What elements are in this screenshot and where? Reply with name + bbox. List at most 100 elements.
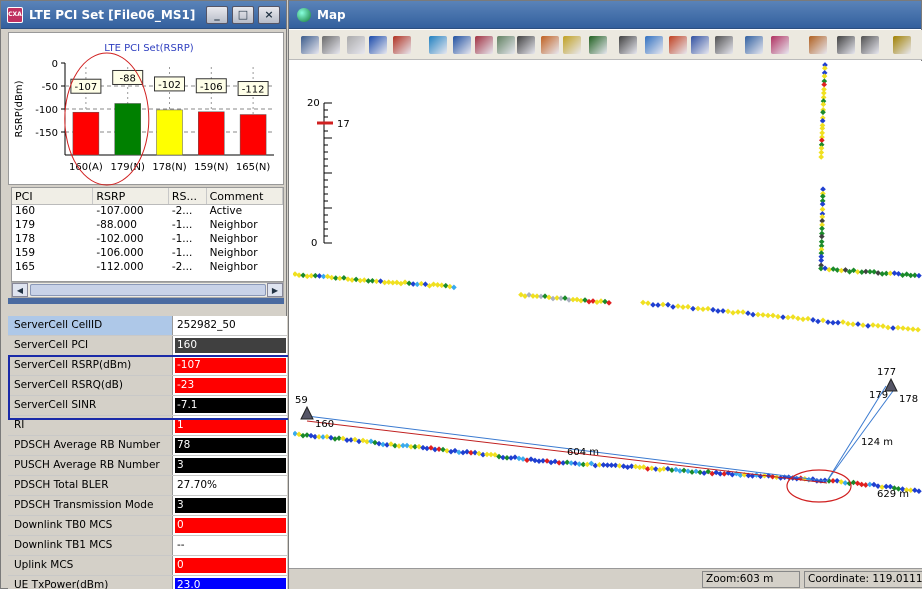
toolbar-tool-icon[interactable] bbox=[301, 36, 319, 54]
map-highlight-ellipse bbox=[786, 469, 852, 503]
route-sample bbox=[353, 276, 359, 283]
chart-category-label: 159(N) bbox=[194, 162, 228, 173]
param-row[interactable]: Uplink MCS 0 bbox=[8, 556, 287, 576]
scroll-thumb[interactable] bbox=[30, 284, 266, 296]
param-label: PDSCH Average RB Number bbox=[8, 436, 173, 455]
close-button[interactable]: × bbox=[258, 5, 280, 24]
param-value: 1 bbox=[175, 418, 286, 433]
map-svg[interactable]: 20 0 17 59 160 177 179 178 604 m 124 m 629 m bbox=[292, 61, 922, 568]
route-sample bbox=[697, 469, 703, 476]
table-cell: 179 bbox=[15, 219, 36, 231]
toolbar-tool-icon[interactable] bbox=[453, 36, 471, 54]
chart-bar[interactable] bbox=[239, 114, 267, 156]
route-sample bbox=[822, 65, 828, 72]
param-row[interactable]: Downlink TB1 MCS -- bbox=[8, 536, 287, 556]
route-sample bbox=[328, 434, 334, 441]
col-header-rsrp[interactable]: RSRP bbox=[93, 188, 169, 204]
route-sample bbox=[755, 311, 761, 318]
param-row[interactable]: PDSCH Total BLER 27.70% bbox=[8, 476, 287, 496]
table-cell: 159 bbox=[15, 247, 36, 259]
highlight-box bbox=[8, 355, 294, 420]
left-window-title: LTE PCI Set [File06_MS1] bbox=[29, 7, 196, 22]
table-row[interactable]: 159 -106.000 -1... Neighbor bbox=[12, 247, 283, 261]
toolbar-tool-icon[interactable] bbox=[745, 36, 763, 54]
toolbar-tool-icon[interactable] bbox=[645, 36, 663, 54]
toolbar-tool-icon[interactable] bbox=[517, 36, 535, 54]
toolbar-tool-icon[interactable] bbox=[771, 36, 789, 54]
left-window-titlebar[interactable]: CXA LTE PCI Set [File06_MS1] _ □ × bbox=[1, 1, 286, 29]
toolbar-tool-icon[interactable] bbox=[563, 36, 581, 54]
route-sample bbox=[830, 266, 837, 272]
route-sample bbox=[416, 443, 422, 450]
param-label: Downlink TB1 MCS bbox=[8, 536, 173, 555]
route-sample bbox=[710, 306, 716, 313]
scroll-right-button[interactable]: ▶ bbox=[267, 283, 283, 297]
col-header-rs[interactable]: RS... bbox=[169, 188, 207, 204]
route-sample bbox=[780, 314, 786, 321]
site-icon[interactable] bbox=[300, 405, 314, 420]
table-cell: -1... bbox=[171, 247, 193, 259]
toolbar-tool-icon[interactable] bbox=[861, 36, 879, 54]
toolbar-tool-icon[interactable] bbox=[347, 36, 365, 54]
toolbar-tool-icon[interactable] bbox=[393, 36, 411, 54]
toolbar-tool-icon[interactable] bbox=[589, 36, 607, 54]
chart-bar[interactable] bbox=[156, 109, 183, 156]
scroll-left-button[interactable]: ◀ bbox=[12, 283, 28, 297]
scale-label-bottom: 0 bbox=[311, 238, 317, 249]
toolbar-tool-icon[interactable] bbox=[837, 36, 855, 54]
table-cell: -102.000 bbox=[96, 233, 144, 245]
col-header-pci[interactable]: PCI bbox=[12, 188, 94, 204]
toolbar-tool-icon[interactable] bbox=[497, 36, 515, 54]
toolbar-tool-icon[interactable] bbox=[669, 36, 687, 54]
table-row[interactable]: 160 -107.000 -2... Active bbox=[12, 205, 283, 219]
route-sample bbox=[880, 323, 886, 329]
toolbar-tool-icon[interactable] bbox=[541, 36, 559, 54]
route-sample bbox=[384, 442, 390, 448]
col-header-comment[interactable]: Comment bbox=[207, 188, 283, 204]
toolbar-tool-icon[interactable] bbox=[691, 36, 709, 54]
route-sample bbox=[885, 324, 891, 331]
param-row[interactable]: ServerCell CellID 252982_50 bbox=[8, 316, 287, 336]
table-row[interactable]: 179 -88.000 -1... Neighbor bbox=[12, 219, 283, 233]
maximize-button[interactable]: □ bbox=[232, 5, 254, 24]
table-row[interactable]: 178 -102.000 -1... Neighbor bbox=[12, 233, 283, 247]
minimize-button[interactable]: _ bbox=[206, 5, 228, 24]
chart-bar[interactable] bbox=[72, 111, 100, 156]
chart-bar[interactable] bbox=[198, 111, 225, 156]
route-sample bbox=[472, 449, 478, 456]
chart-ylabel: RSRP(dBm) bbox=[14, 80, 25, 137]
route-sample bbox=[721, 470, 728, 477]
route-sample bbox=[685, 303, 691, 310]
route-sample bbox=[835, 319, 841, 326]
param-row[interactable]: PDSCH Average RB Number 78 bbox=[8, 436, 287, 456]
route-sample bbox=[830, 319, 836, 326]
param-row[interactable]: ServerCell PCI 160 bbox=[8, 336, 287, 356]
toolbar-tool-icon[interactable] bbox=[809, 36, 827, 54]
chart-data-label: -102 bbox=[158, 80, 181, 91]
toolbar-tool-icon[interactable] bbox=[369, 36, 387, 54]
map-titlebar[interactable]: Map bbox=[289, 1, 921, 29]
pci-table-hscrollbar[interactable]: ◀ ▶ bbox=[11, 282, 284, 298]
toolbar-tool-icon[interactable] bbox=[322, 36, 340, 54]
route-sample bbox=[818, 257, 825, 264]
lte-pci-set-window: CXA LTE PCI Set [File06_MS1] _ □ × LTE P… bbox=[0, 0, 294, 589]
route-sample bbox=[574, 296, 580, 303]
param-row[interactable]: PDSCH Transmission Mode 3 bbox=[8, 496, 287, 516]
toolbar-tool-icon[interactable] bbox=[893, 36, 911, 54]
map-canvas[interactable]: 20 0 17 59 160 177 179 178 604 m 124 m 629 m bbox=[292, 61, 922, 568]
route-sample bbox=[645, 300, 651, 306]
route-sample bbox=[670, 304, 676, 310]
param-row[interactable]: PUSCH Average RB Number 3 bbox=[8, 456, 287, 476]
toolbar-tool-icon[interactable] bbox=[475, 36, 493, 54]
toolbar-tool-icon[interactable] bbox=[429, 36, 447, 54]
param-value: -- bbox=[175, 538, 286, 553]
param-row[interactable]: UE TxPower(dBm) 23.0 bbox=[8, 576, 287, 589]
table-row[interactable]: 165 -112.000 -2... Neighbor bbox=[12, 261, 283, 275]
toolbar-tool-icon[interactable] bbox=[619, 36, 637, 54]
route-sample bbox=[690, 305, 696, 312]
toolbar-tool-icon[interactable] bbox=[715, 36, 733, 54]
route-sample bbox=[448, 448, 454, 455]
route-sample bbox=[705, 305, 711, 312]
param-row[interactable]: Downlink TB0 MCS 0 bbox=[8, 516, 287, 536]
chart-bar[interactable] bbox=[114, 103, 141, 156]
